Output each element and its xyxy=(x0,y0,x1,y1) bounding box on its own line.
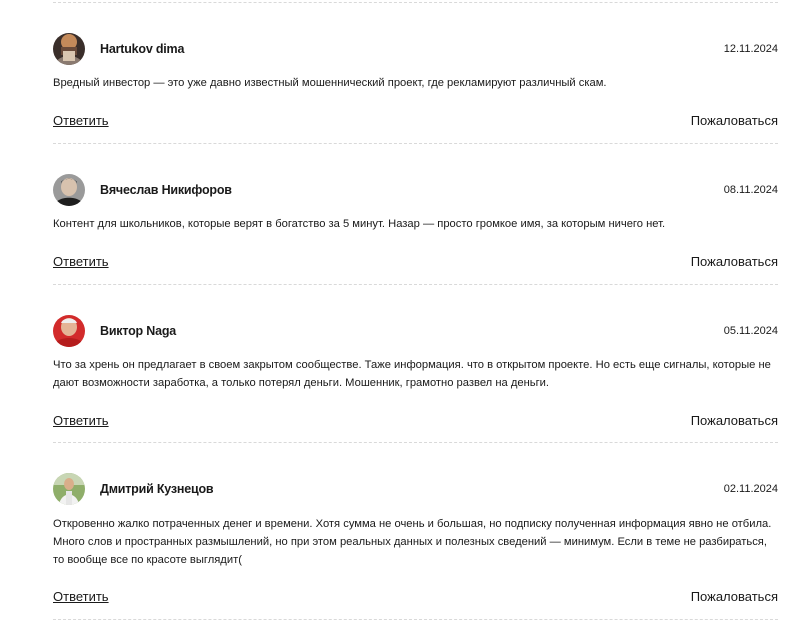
comment-date: 05.11.2024 xyxy=(723,325,778,337)
divider xyxy=(53,284,778,285)
avatar[interactable] xyxy=(53,315,85,347)
report-link[interactable]: Пожаловаться xyxy=(691,254,778,269)
author-name[interactable]: Hartukov dima xyxy=(100,42,184,56)
comment-date: 02.11.2024 xyxy=(723,483,778,495)
avatar[interactable] xyxy=(53,174,85,206)
comment-text: Что за хрень он предлагает в своем закры… xyxy=(53,359,771,389)
comment-date: 12.11.2024 xyxy=(723,43,778,55)
comment-text: Откровенно жалко потраченных денег и вре… xyxy=(53,518,772,566)
report-link[interactable]: Пожаловаться xyxy=(691,413,778,428)
reply-link[interactable]: Ответить xyxy=(53,413,109,428)
divider xyxy=(53,619,778,620)
author-name[interactable]: Вячеслав Никифоров xyxy=(100,183,232,197)
divider xyxy=(53,143,778,144)
report-link[interactable]: Пожаловаться xyxy=(691,589,778,604)
author-name[interactable]: Виктор Naga xyxy=(100,324,176,338)
report-link[interactable]: Пожаловаться xyxy=(691,113,778,128)
divider xyxy=(53,2,778,3)
reply-link[interactable]: Ответить xyxy=(53,113,109,128)
comment-text: Контент для школьников, которые верят в … xyxy=(53,218,666,230)
avatar[interactable] xyxy=(53,33,85,65)
comment-date: 08.11.2024 xyxy=(723,184,778,196)
author-name[interactable]: Дмитрий Кузнецов xyxy=(100,482,214,496)
avatar[interactable] xyxy=(53,473,85,505)
divider xyxy=(53,442,778,443)
comment-text: Вредный инвестор — это уже давно известн… xyxy=(53,77,607,89)
reply-link[interactable]: Ответить xyxy=(53,589,109,604)
reply-link[interactable]: Ответить xyxy=(53,254,109,269)
